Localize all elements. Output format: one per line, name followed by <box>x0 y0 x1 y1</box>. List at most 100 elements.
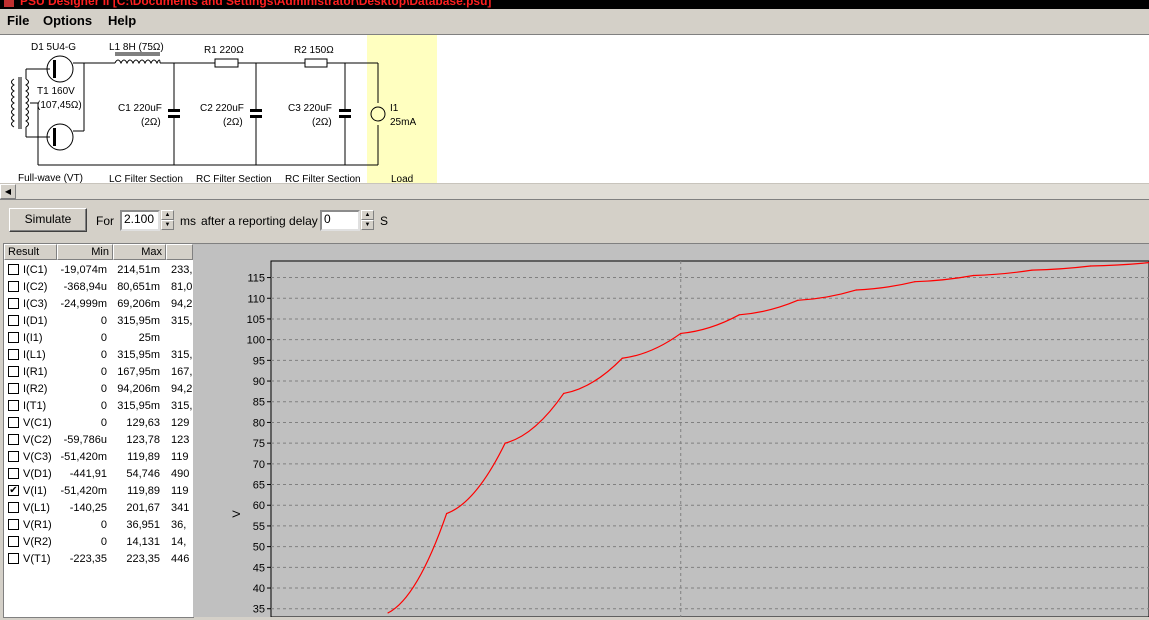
row-checkbox[interactable]: ✔ <box>8 485 19 496</box>
series-point <box>1031 269 1033 271</box>
table-row[interactable]: I(C3) -24,999m 69,206m 94,2 <box>4 296 193 313</box>
result-last: 315, <box>171 349 193 361</box>
row-checkbox[interactable] <box>8 383 19 394</box>
label-c2-esr: (2Ω) <box>223 117 243 128</box>
y-tick-label: 50 <box>253 542 265 554</box>
column-header-max[interactable]: Max <box>113 244 166 260</box>
table-row[interactable]: V(C2) -59,786u 123,78 123 <box>4 432 193 449</box>
row-checkbox[interactable] <box>8 468 19 479</box>
result-last: 14, <box>171 536 187 548</box>
table-row[interactable]: I(C2) -368,94u 80,651m 81,0 <box>4 279 193 296</box>
tube-upper-icon <box>46 55 74 83</box>
table-row[interactable]: V(R2) 0 14,131 14, <box>4 534 193 551</box>
table-row[interactable]: V(L1) -140,25 201,67 341 <box>4 500 193 517</box>
delay-spinner[interactable]: ▲ ▼ <box>361 210 374 230</box>
table-row[interactable]: I(L1) 0 315,95m 315, <box>4 347 193 364</box>
label-t1: T1 160V <box>37 86 75 97</box>
label-c3: C3 220uF <box>288 103 332 114</box>
table-row[interactable]: V(C3) -51,420m 119,89 119 <box>4 449 193 466</box>
row-checkbox[interactable] <box>8 264 19 275</box>
delay-input[interactable]: 0 <box>320 210 360 231</box>
result-max: 36,951 <box>126 519 160 531</box>
row-checkbox[interactable] <box>8 519 19 530</box>
spin-down-icon[interactable]: ▼ <box>161 220 174 230</box>
y-tick-label: 95 <box>253 355 265 367</box>
result-min: 0 <box>100 315 107 327</box>
app-icon <box>4 0 14 7</box>
table-row[interactable]: I(C1) -19,074m 214,51m 233, <box>4 262 193 279</box>
simulation-toolbar: Simulate For 2.100 ▲ ▼ ms after a report… <box>0 199 1149 242</box>
result-name: V(L1) <box>23 502 50 514</box>
column-header-min[interactable]: Min <box>57 244 113 260</box>
table-row[interactable]: V(T1) -223,35 223,35 446 <box>4 551 193 568</box>
spin-up-icon[interactable]: ▲ <box>361 210 374 220</box>
table-row[interactable]: I(D1) 0 315,95m 315, <box>4 313 193 330</box>
result-last: 94,2 <box>171 383 193 395</box>
row-checkbox[interactable] <box>8 417 19 428</box>
table-row[interactable]: V(C1) 0 129,63 129 <box>4 415 193 432</box>
column-header-last[interactable] <box>166 244 193 260</box>
menu-help[interactable]: Help <box>108 13 136 28</box>
scroll-left-icon[interactable]: ◀ <box>0 184 16 199</box>
table-row[interactable]: I(R1) 0 167,95m 167, <box>4 364 193 381</box>
tube-lower-icon <box>46 123 74 151</box>
table-row[interactable]: I(R2) 0 94,206m 94,2 <box>4 381 193 398</box>
table-row[interactable]: V(R1) 0 36,951 36, <box>4 517 193 534</box>
row-checkbox[interactable] <box>8 366 19 377</box>
result-max: 94,206m <box>117 383 160 395</box>
row-checkbox[interactable] <box>8 349 19 360</box>
label-c2: C2 220uF <box>200 103 244 114</box>
row-checkbox[interactable] <box>8 502 19 513</box>
label-c1-esr: (2Ω) <box>141 117 161 128</box>
row-checkbox[interactable] <box>8 298 19 309</box>
spin-down-icon[interactable]: ▼ <box>361 220 374 230</box>
simulate-button[interactable]: Simulate <box>9 208 87 232</box>
row-checkbox[interactable] <box>8 451 19 462</box>
result-last: 167, <box>171 366 193 378</box>
label-t1-resistance: (107,45Ω) <box>37 100 82 111</box>
transformer-secondary <box>25 78 29 128</box>
series-point <box>446 512 448 515</box>
label-r2: R2 150Ω <box>294 45 334 56</box>
delay-label: after a reporting delay of <box>201 214 332 228</box>
table-row[interactable]: ✔ V(I1) -51,420m 119,89 119 <box>4 483 193 500</box>
duration-input[interactable]: 2.100 <box>120 210 160 231</box>
row-checkbox[interactable] <box>8 315 19 326</box>
row-checkbox[interactable] <box>8 536 19 547</box>
duration-spinner[interactable]: ▲ ▼ <box>161 210 174 230</box>
result-min: 0 <box>100 332 107 344</box>
result-name: V(C2) <box>23 434 52 446</box>
menu-file[interactable]: File <box>7 13 29 28</box>
result-max: 129,63 <box>126 417 160 429</box>
row-checkbox[interactable] <box>8 400 19 411</box>
row-checkbox[interactable] <box>8 281 19 292</box>
result-name: V(R1) <box>23 519 52 531</box>
y-tick-label: 40 <box>253 583 265 595</box>
y-tick-label: 55 <box>253 521 265 533</box>
result-name: I(L1) <box>23 349 46 361</box>
result-min: 0 <box>100 536 107 548</box>
row-checkbox[interactable] <box>8 553 19 564</box>
row-checkbox[interactable] <box>8 434 19 445</box>
series-point <box>504 442 506 444</box>
y-tick-label: 80 <box>253 417 265 429</box>
column-header-result[interactable]: Result <box>4 244 57 260</box>
result-min: -441,91 <box>69 468 107 480</box>
y-tick-label: 90 <box>253 376 265 388</box>
result-min: -51,420m <box>60 485 107 497</box>
menu-options[interactable]: Options <box>43 13 92 28</box>
series-point <box>1089 265 1092 267</box>
voltage-chart: 35 40 45 50 55 60 65 70 75 80 85 90 95 100 105 110 115 V <box>231 260 1149 618</box>
y-tick-label: 45 <box>253 562 265 574</box>
series-point <box>855 289 857 291</box>
row-checkbox[interactable] <box>8 332 19 343</box>
table-row[interactable]: I(I1) 0 25m <box>4 330 193 347</box>
table-row[interactable]: I(T1) 0 315,95m 315, <box>4 398 193 415</box>
spin-up-icon[interactable]: ▲ <box>161 210 174 220</box>
result-last: 315, <box>171 400 193 412</box>
window-title: PSU Designer II [C:\Documents and Settin… <box>20 0 492 8</box>
table-row[interactable]: V(D1) -441,91 54,746 490 <box>4 466 193 483</box>
y-tick-label: 100 <box>247 335 265 347</box>
result-last: 119 <box>171 451 189 463</box>
schematic-scrollbar[interactable]: ◀ <box>0 183 1149 200</box>
